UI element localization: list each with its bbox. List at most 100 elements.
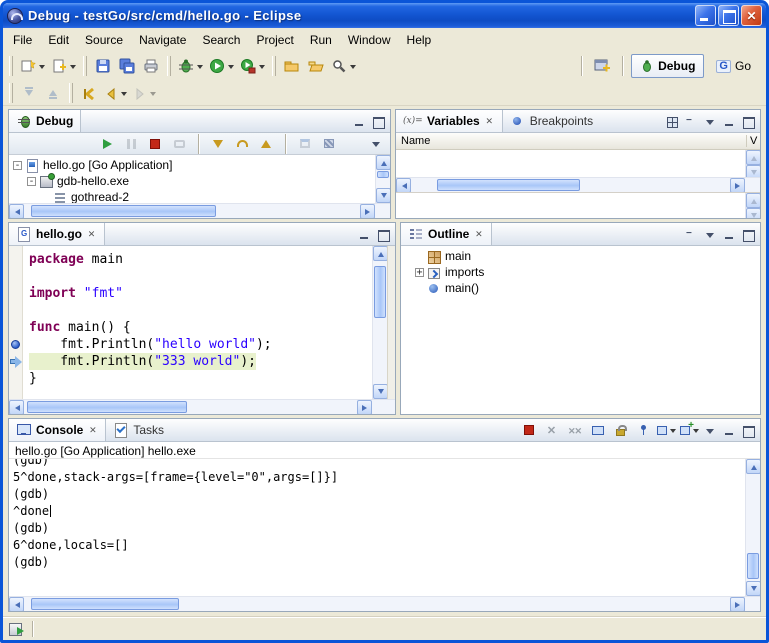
view-menu-button[interactable] — [703, 115, 718, 128]
tab-variables[interactable]: Variables — [396, 110, 503, 132]
drop-to-frame-button[interactable] — [295, 134, 315, 154]
scroll-lock-button[interactable] — [611, 421, 630, 439]
clear-console-button[interactable] — [588, 421, 607, 439]
scrollbar-track[interactable] — [24, 597, 730, 611]
debug-tree[interactable]: -hello.go [Go Application]-gdb-hello.exe… — [9, 155, 375, 203]
menu-window[interactable]: Window — [340, 29, 399, 51]
perspective-debug-button[interactable]: Debug — [631, 54, 704, 78]
open-folder-button[interactable] — [280, 54, 304, 78]
menu-source[interactable]: Source — [77, 29, 131, 51]
toolbar-grip[interactable] — [9, 83, 13, 103]
save-button[interactable] — [91, 54, 115, 78]
debug-tree-item[interactable]: -gdb-hello.exe — [9, 173, 375, 189]
breakpoint-icon[interactable] — [11, 340, 20, 349]
scroll-up-button[interactable] — [746, 459, 760, 474]
run-dropdown-button[interactable] — [206, 54, 237, 78]
console-vertical-scrollbar[interactable] — [745, 459, 760, 596]
scroll-right-button[interactable] — [357, 400, 372, 414]
external-tools-button[interactable] — [237, 54, 268, 78]
close-tab-icon[interactable] — [473, 229, 484, 240]
scroll-right-button[interactable] — [730, 597, 745, 611]
code-line[interactable]: func main() { — [29, 319, 372, 336]
code-line[interactable]: import "fmt" — [29, 285, 372, 302]
toolbar-grip[interactable] — [9, 56, 13, 76]
menu-project[interactable]: Project — [248, 29, 301, 51]
variables-detail-pane[interactable] — [396, 192, 760, 218]
perspective-go-button[interactable]: G Go — [707, 54, 760, 78]
step-over-button[interactable] — [232, 134, 252, 154]
view-menu-button[interactable] — [703, 424, 718, 437]
menu-search[interactable]: Search — [194, 29, 248, 51]
show-logical-structure-button[interactable] — [665, 115, 680, 128]
tab-debug[interactable]: Debug — [9, 110, 81, 132]
variables-horizontal-scrollbar[interactable] — [396, 178, 745, 192]
code-area[interactable]: package main import "fmt" func main() { … — [23, 246, 372, 399]
open-perspective-button[interactable] — [590, 54, 614, 78]
step-into-button[interactable] — [208, 134, 228, 154]
suspend-button[interactable] — [121, 134, 141, 154]
overview-ruler[interactable] — [387, 246, 395, 399]
scroll-down-button[interactable] — [746, 581, 760, 596]
remove-launch-button[interactable] — [542, 421, 561, 439]
scrollbar-track[interactable] — [24, 400, 357, 414]
tree-expander-icon[interactable]: - — [27, 177, 36, 186]
variables-tree[interactable] — [396, 150, 745, 177]
outline-item[interactable]: main() — [411, 280, 760, 296]
disconnect-button[interactable] — [169, 134, 189, 154]
fast-view-icon[interactable] — [8, 621, 26, 637]
print-button[interactable] — [139, 54, 163, 78]
outline-item[interactable]: main — [411, 248, 760, 264]
next-annotation-button[interactable] — [17, 81, 41, 105]
scrollbar-thumb[interactable] — [31, 598, 179, 610]
scrollbar-thumb[interactable] — [31, 205, 216, 217]
toolbar-grip[interactable] — [83, 56, 87, 76]
minimize-view-button[interactable] — [722, 424, 737, 437]
remove-all-launches-button[interactable] — [565, 421, 584, 439]
debug-vertical-scrollbar[interactable] — [375, 155, 390, 203]
scrollbar-track[interactable] — [746, 474, 760, 581]
scrollbar-thumb[interactable] — [27, 401, 187, 413]
editor-ruler[interactable] — [9, 246, 23, 399]
scrollbar-thumb[interactable] — [747, 553, 759, 579]
variables-vertical-scrollbar[interactable] — [745, 150, 760, 177]
scroll-left-button[interactable] — [396, 178, 411, 193]
search-button[interactable] — [328, 54, 359, 78]
debug-tree-item[interactable]: gothread-2 — [9, 189, 375, 203]
menu-file[interactable]: File — [5, 29, 40, 51]
scroll-up-button[interactable] — [373, 246, 388, 261]
scrollbar-thumb[interactable] — [377, 171, 389, 178]
scrollbar-thumb[interactable] — [374, 266, 386, 318]
minimize-view-button[interactable] — [357, 228, 372, 241]
scroll-left-button[interactable] — [9, 400, 24, 414]
maximize-view-button[interactable] — [741, 228, 756, 241]
title-bar[interactable]: Debug - testGo/src/cmd/hello.go - Eclips… — [3, 3, 766, 28]
editor-horizontal-scrollbar[interactable] — [9, 400, 372, 414]
tree-expander-icon[interactable]: + — [415, 268, 424, 277]
code-line[interactable] — [29, 302, 372, 319]
use-step-filters-button[interactable] — [319, 134, 339, 154]
back-button[interactable] — [101, 81, 130, 105]
open-console-button[interactable] — [680, 421, 699, 439]
column-name[interactable]: Name — [396, 135, 746, 147]
new-wizard-button[interactable] — [17, 54, 48, 78]
open-resource-button[interactable] — [304, 54, 328, 78]
code-line[interactable]: } — [29, 370, 372, 387]
close-button[interactable] — [741, 5, 762, 26]
minimize-view-button[interactable] — [722, 115, 737, 128]
debug-horizontal-scrollbar[interactable] — [9, 204, 375, 218]
menu-help[interactable]: Help — [399, 29, 440, 51]
scrollbar-track[interactable] — [24, 204, 360, 218]
menu-run[interactable]: Run — [302, 29, 340, 51]
toolbar-grip[interactable] — [167, 56, 171, 76]
code-line[interactable]: fmt.Println("hello world"); — [29, 336, 372, 353]
scrollbar-track[interactable] — [411, 178, 730, 192]
step-return-button[interactable] — [256, 134, 276, 154]
scroll-up-button[interactable] — [746, 150, 760, 165]
maximize-view-button[interactable] — [371, 115, 386, 128]
tree-expander-icon[interactable]: - — [13, 161, 22, 170]
scroll-down-button[interactable] — [373, 384, 388, 399]
scroll-down-button[interactable] — [376, 188, 390, 203]
console-horizontal-scrollbar[interactable] — [9, 597, 745, 611]
scroll-up-button[interactable] — [376, 155, 390, 170]
tab-console[interactable]: Console — [9, 419, 106, 441]
